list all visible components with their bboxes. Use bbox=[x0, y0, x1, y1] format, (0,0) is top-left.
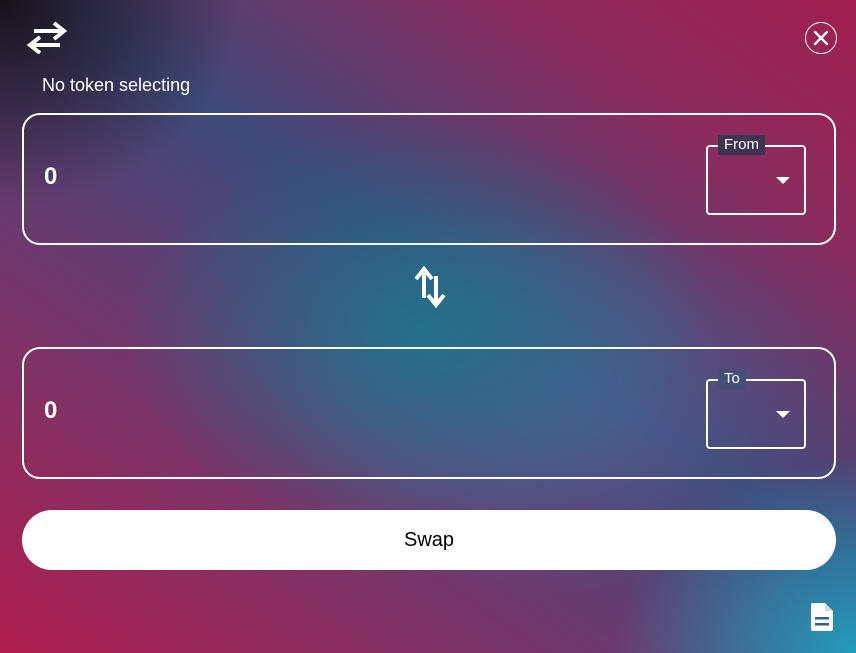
from-amount-input[interactable] bbox=[44, 163, 644, 191]
caret-down-icon bbox=[776, 177, 790, 184]
close-icon bbox=[813, 30, 829, 46]
to-card: To bbox=[22, 347, 836, 479]
caret-down-icon bbox=[776, 411, 790, 418]
token-status-text: No token selecting bbox=[42, 75, 191, 95]
to-token-select[interactable]: To bbox=[706, 369, 806, 449]
to-select-label: To bbox=[718, 369, 746, 389]
switch-direction-button[interactable] bbox=[412, 266, 448, 308]
from-token-select[interactable]: From bbox=[706, 135, 806, 215]
close-button[interactable] bbox=[805, 22, 837, 54]
document-button[interactable] bbox=[808, 602, 836, 632]
to-amount-input[interactable] bbox=[44, 397, 644, 425]
swap-button[interactable]: Swap bbox=[22, 510, 836, 570]
from-select-label: From bbox=[718, 135, 765, 155]
swap-horizontal-icon[interactable] bbox=[26, 20, 68, 54]
swap-vertical-icon bbox=[414, 266, 446, 308]
document-icon bbox=[811, 603, 833, 631]
from-card: From bbox=[22, 113, 836, 245]
